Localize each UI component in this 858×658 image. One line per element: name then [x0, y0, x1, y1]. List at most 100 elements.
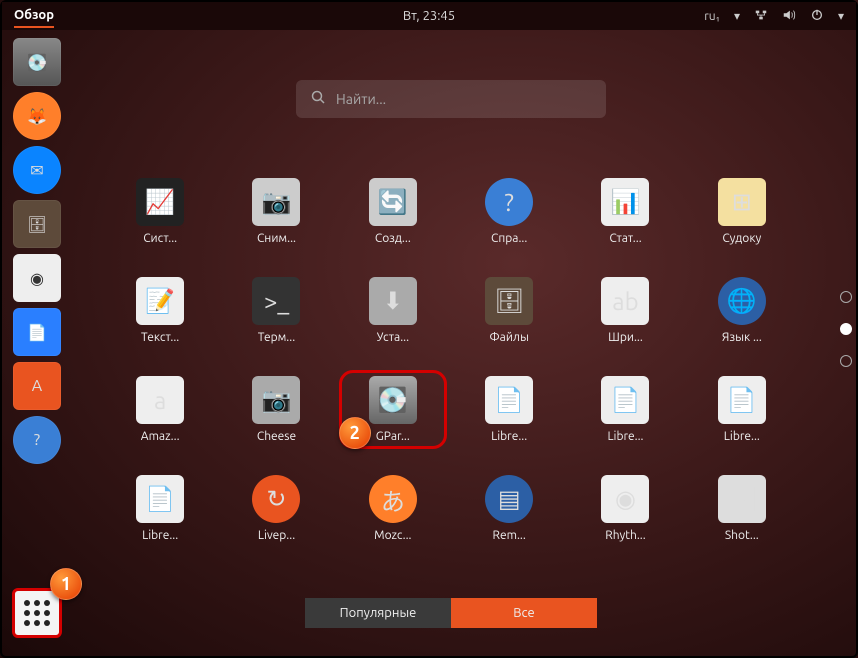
- app-icon: 📷: [252, 178, 300, 226]
- clock[interactable]: Вт, 23:45: [403, 9, 455, 23]
- app-label: Сист...: [143, 232, 177, 245]
- page-dot-0[interactable]: [840, 291, 852, 303]
- app-файлы[interactable]: 🗄Файлы: [461, 277, 557, 344]
- search-input[interactable]: [336, 91, 592, 107]
- app-icon: 🗄: [485, 277, 533, 325]
- app-сним[interactable]: 📷 Сним...: [228, 178, 324, 245]
- system-tray: ru₁ ▾ ▾: [704, 8, 844, 25]
- search-box[interactable]: [296, 80, 606, 118]
- app-icon: ↻: [252, 475, 300, 523]
- app-icon: 📈: [136, 178, 184, 226]
- app-label: Созд...: [375, 232, 411, 245]
- keyboard-layout-indicator[interactable]: ru₁: [704, 10, 720, 23]
- launcher-item-help[interactable]: ?: [13, 416, 61, 464]
- app-libre[interactable]: 📄 Libre...: [112, 475, 208, 542]
- page-dot-2[interactable]: [840, 355, 852, 367]
- launcher-item-firefox[interactable]: 🦊: [13, 92, 61, 140]
- app-gpar[interactable]: 💽GPar...2: [345, 376, 441, 443]
- app-rhyth[interactable]: ◉ Rhyth...: [577, 475, 673, 542]
- launcher-item-software[interactable]: A: [13, 362, 61, 410]
- launcher-item-rhythmbox[interactable]: ◉: [13, 254, 61, 302]
- app-судоку[interactable]: ⊞Судоку: [694, 178, 790, 245]
- app-label: Rem...: [493, 529, 526, 542]
- launcher-item-files[interactable]: 🗄: [13, 200, 61, 248]
- app-label: Libre...: [607, 430, 643, 443]
- app-icon: 📷: [252, 376, 300, 424]
- top-bar: Обзор Вт, 23:45 ru₁ ▾ ▾: [2, 2, 856, 30]
- app-label: Сним...: [257, 232, 296, 245]
- tab-popular[interactable]: Популярные: [305, 598, 451, 628]
- app-label: Язык ...: [722, 331, 762, 344]
- app-icon: ⬇: [369, 277, 417, 325]
- app-shot[interactable]: 🖼 Shot...: [694, 475, 790, 542]
- search-icon: [310, 89, 326, 109]
- app-livep[interactable]: ↻ Livep...: [228, 475, 324, 542]
- page-dot-1[interactable]: [840, 323, 852, 335]
- app-icon: ?: [485, 178, 533, 226]
- applications-overview: 📈 Сист... 📷 Сним... 🔄 Созд...? Спра... 📊 Стат...…: [72, 50, 830, 644]
- app-label: Стат...: [609, 232, 641, 245]
- app-label: Amaz...: [141, 430, 180, 443]
- app-label: Libre...: [491, 430, 527, 443]
- app-стат[interactable]: 📊 Стат...: [577, 178, 673, 245]
- app-уста[interactable]: ⬇ Уста...: [345, 277, 441, 344]
- app-label: Cheese: [257, 430, 296, 443]
- app-icon: 📄: [485, 376, 533, 424]
- app-label: GPar...: [376, 430, 410, 443]
- app-шри[interactable]: ab Шри...: [577, 277, 673, 344]
- app-label: Спра...: [491, 232, 527, 245]
- app-icon: ⊞: [718, 178, 766, 226]
- app-спра[interactable]: ? Спра...: [461, 178, 557, 245]
- applications-grid: 📈 Сист... 📷 Сним... 🔄 Созд...? Спра... 📊 Стат...…: [72, 178, 830, 542]
- app-icon: ab: [601, 277, 649, 325]
- chevron-down-icon[interactable]: ▾: [838, 9, 844, 23]
- app-libre[interactable]: 📄 Libre...: [461, 376, 557, 443]
- launcher-dock: 💽 🦊 ✉ 🗄 ◉ 📄 A ? 1: [8, 34, 66, 646]
- app-mozc[interactable]: あMozc...: [345, 475, 441, 542]
- app-icon: a: [136, 376, 184, 424]
- launcher-item-writer[interactable]: 📄: [13, 308, 61, 356]
- app-label: Rhyth...: [605, 529, 645, 542]
- app-язык[interactable]: 🌐 Язык ...: [694, 277, 790, 344]
- app-label: Shot...: [725, 529, 759, 542]
- app-icon: 📄: [601, 376, 649, 424]
- app-icon: 🖼: [718, 475, 766, 523]
- callout-marker-1: 1: [50, 568, 82, 600]
- app-icon: 🌐: [718, 277, 766, 325]
- app-сист[interactable]: 📈 Сист...: [112, 178, 208, 245]
- chevron-down-icon[interactable]: ▾: [734, 9, 740, 23]
- app-label: Уста...: [377, 331, 410, 344]
- app-label: Терм...: [258, 331, 295, 344]
- app-icon: >_: [252, 277, 300, 325]
- app-созд[interactable]: 🔄 Созд...: [345, 178, 441, 245]
- app-icon: あ: [369, 475, 417, 523]
- app-cheese[interactable]: 📷 Cheese: [228, 376, 324, 443]
- tab-all[interactable]: Все: [451, 598, 597, 628]
- app-icon: 🔄: [369, 178, 417, 226]
- activities-button[interactable]: Обзор: [14, 8, 54, 28]
- app-icon: ◉: [601, 475, 649, 523]
- network-icon[interactable]: [754, 8, 768, 25]
- app-icon: 📊: [601, 178, 649, 226]
- app-label: Libre...: [142, 529, 178, 542]
- callout-marker-2: 2: [339, 417, 371, 449]
- app-icon: 📄: [718, 376, 766, 424]
- app-libre[interactable]: 📄 Libre...: [694, 376, 790, 443]
- app-amaz[interactable]: a Amaz...: [112, 376, 208, 443]
- view-tabs: Популярные Все: [305, 598, 597, 628]
- app-libre[interactable]: 📄 Libre...: [577, 376, 673, 443]
- app-icon: 💽: [369, 376, 417, 424]
- app-icon: 📄: [136, 475, 184, 523]
- app-rem[interactable]: ▤ Rem...: [461, 475, 557, 542]
- launcher-item-disks[interactable]: 💽: [13, 38, 61, 86]
- app-терм[interactable]: >_ Терм...: [228, 277, 324, 344]
- power-icon[interactable]: [810, 8, 824, 25]
- app-label: Livep...: [258, 529, 295, 542]
- app-label: Libre...: [724, 430, 760, 443]
- launcher-item-thunderbird[interactable]: ✉: [13, 146, 61, 194]
- page-indicator: [840, 291, 852, 367]
- app-icon: ▤: [485, 475, 533, 523]
- volume-icon[interactable]: [782, 8, 796, 25]
- app-текст[interactable]: 📝Текст...: [112, 277, 208, 344]
- app-label: Шри...: [608, 331, 643, 344]
